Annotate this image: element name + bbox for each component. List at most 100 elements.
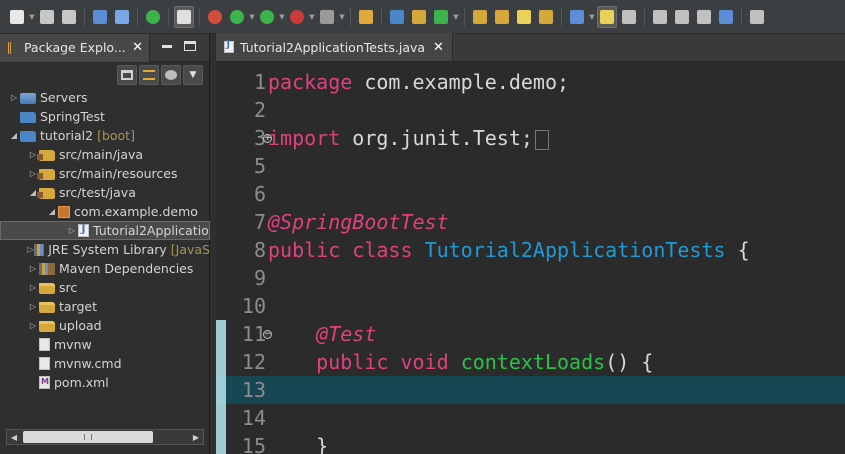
line-number: 11− <box>216 320 272 348</box>
tree-item[interactable]: mvnw <box>0 335 210 354</box>
annotation-nav-button[interactable] <box>672 6 692 28</box>
code-line[interactable]: 10 <box>216 292 845 320</box>
run-button[interactable] <box>257 6 277 28</box>
globe-button[interactable] <box>716 6 736 28</box>
close-icon[interactable]: ✕ <box>132 40 143 55</box>
tree-item[interactable]: ▷ Servers <box>0 88 210 107</box>
pin-editor-icon <box>697 9 711 24</box>
minimize-icon[interactable] <box>162 45 172 48</box>
code-line[interactable]: 14 <box>216 404 845 432</box>
new-java-project-button[interactable] <box>356 6 376 28</box>
chevron-down-icon[interactable]: ▼ <box>588 6 596 28</box>
collapse-fold-icon[interactable]: − <box>263 330 272 339</box>
code-line[interactable]: 2 <box>216 96 845 124</box>
tree-item-label: src <box>59 280 78 295</box>
tree-item[interactable]: mvnw.cmd <box>0 354 210 373</box>
pin-editor-button[interactable] <box>694 6 714 28</box>
stop-button[interactable] <box>287 6 307 28</box>
new-package-button[interactable] <box>387 6 407 28</box>
expanded-arrow-icon[interactable]: ◢ <box>46 202 58 221</box>
line-number-text: 9 <box>253 266 266 290</box>
collapsed-arrow-icon[interactable]: ▷ <box>8 88 20 107</box>
tree-item[interactable]: ▷ Tutorial2Applicatio <box>0 221 210 240</box>
chevron-down-icon[interactable]: ▼ <box>338 6 346 28</box>
collapsed-arrow-icon[interactable]: ▷ <box>27 316 39 335</box>
tree-item[interactable]: ▷ src/main/java <box>0 145 210 164</box>
tree-item[interactable]: pom.xml <box>0 373 210 392</box>
new-button[interactable] <box>7 6 27 28</box>
external-tools-button[interactable] <box>317 6 337 28</box>
print-button[interactable] <box>90 6 110 28</box>
code-line[interactable]: 3 + import org.junit.Test; <box>216 124 845 152</box>
bookmark-button[interactable] <box>650 6 670 28</box>
spring-boot-button[interactable] <box>143 6 163 28</box>
maximize-icon[interactable] <box>184 41 196 51</box>
code-area[interactable]: 1 package com.example.demo; 2 3 + import org.… <box>216 68 845 454</box>
scroll-left-icon[interactable]: ◀ <box>7 430 21 444</box>
search-button[interactable] <box>747 6 767 28</box>
code-line[interactable]: 7 @SpringBootTest <box>216 208 845 236</box>
refresh-button[interactable] <box>431 6 451 28</box>
code-line[interactable]: 5 <box>216 152 845 180</box>
code-line[interactable]: 1 package com.example.demo; <box>216 68 845 96</box>
scroll-right-icon[interactable]: ▶ <box>189 430 203 444</box>
link-with-editor-button[interactable] <box>139 65 159 85</box>
chevron-down-icon[interactable]: ▼ <box>248 6 256 28</box>
code-line[interactable]: 15 } <box>216 432 845 454</box>
show-whitespace-button[interactable] <box>174 5 194 28</box>
toggle-mark-occurrences-button[interactable] <box>567 6 587 28</box>
tree-item[interactable]: ◢ tutorial2 [boot] <box>0 126 210 145</box>
line-number: 8 <box>216 236 268 264</box>
chevron-down-icon[interactable]: ▼ <box>452 6 460 28</box>
explorer-horizontal-scrollbar[interactable]: ◀ ▶ <box>6 429 204 445</box>
code-token: org.junit.Test; <box>340 126 533 150</box>
tree-item[interactable]: ◢ src/test/java <box>0 183 210 202</box>
open-folder-button[interactable] <box>492 6 512 28</box>
collapse-all-button[interactable] <box>117 65 137 85</box>
tree-item[interactable]: ▷ JRE System Library [JavaS <box>0 240 210 259</box>
pencil-button[interactable] <box>514 6 534 28</box>
collapsed-arrow-icon[interactable]: ▷ <box>27 297 39 316</box>
collapsed-arrow-icon[interactable]: ▷ <box>27 278 39 297</box>
code-line[interactable]: 6 <box>216 180 845 208</box>
chevron-down-icon[interactable]: ▼ <box>28 6 36 28</box>
skip-breakpoints-button[interactable] <box>112 6 132 28</box>
run-debug-button[interactable] <box>227 6 247 28</box>
expanded-arrow-icon[interactable]: ◢ <box>8 126 20 145</box>
open-resource-button[interactable] <box>536 6 556 28</box>
code-line[interactable]: 8 public class Tutorial2ApplicationTests … <box>216 236 845 264</box>
tree-item[interactable]: ▷ src <box>0 278 210 297</box>
save-button[interactable] <box>37 6 57 28</box>
annotation-nav-icon <box>675 9 689 24</box>
highlight-button[interactable] <box>597 5 617 28</box>
new-class-button[interactable] <box>409 6 429 28</box>
tree-item[interactable]: ▷ target <box>0 297 210 316</box>
collapsed-arrow-icon[interactable]: ▷ <box>27 240 34 259</box>
code-line[interactable]: 9 <box>216 264 845 292</box>
close-icon[interactable]: ✕ <box>433 40 444 55</box>
tree-item[interactable]: SpringTest <box>0 107 210 126</box>
code-line[interactable]: 13 <box>216 376 845 404</box>
collapsed-arrow-icon[interactable]: ▷ <box>66 221 78 240</box>
view-menu-button[interactable]: ▼ <box>183 65 203 85</box>
open-type-button[interactable] <box>470 6 490 28</box>
tree-item[interactable]: ▷ Maven Dependencies <box>0 259 210 278</box>
focus-on-active-task-button[interactable] <box>161 65 181 85</box>
new-icon <box>10 9 24 24</box>
tree-item[interactable]: ▷ src/main/resources <box>0 164 210 183</box>
tab-tutorial2-application-tests[interactable]: Tutorial2ApplicationTests.java ✕ <box>216 33 453 61</box>
task-button[interactable] <box>619 6 639 28</box>
chevron-down-icon[interactable]: ▼ <box>278 6 286 28</box>
tab-package-explorer[interactable]: Package Explo... ✕ <box>0 33 150 62</box>
folded-region-marker[interactable] <box>534 129 549 150</box>
code-line[interactable]: 12 public void contextLoads() { <box>216 348 845 376</box>
debug-perspective-button[interactable] <box>205 6 225 28</box>
scrollbar-thumb[interactable] <box>23 431 153 443</box>
chevron-down-icon[interactable]: ▼ <box>308 6 316 28</box>
collapsed-arrow-icon[interactable]: ▷ <box>27 259 39 278</box>
tree-item[interactable]: ▷ upload <box>0 316 210 335</box>
expand-fold-icon[interactable]: + <box>263 134 272 143</box>
code-line[interactable]: 11− @Test <box>216 320 845 348</box>
save-all-button[interactable] <box>59 6 79 28</box>
tree-item[interactable]: ◢ com.example.demo <box>0 202 210 221</box>
